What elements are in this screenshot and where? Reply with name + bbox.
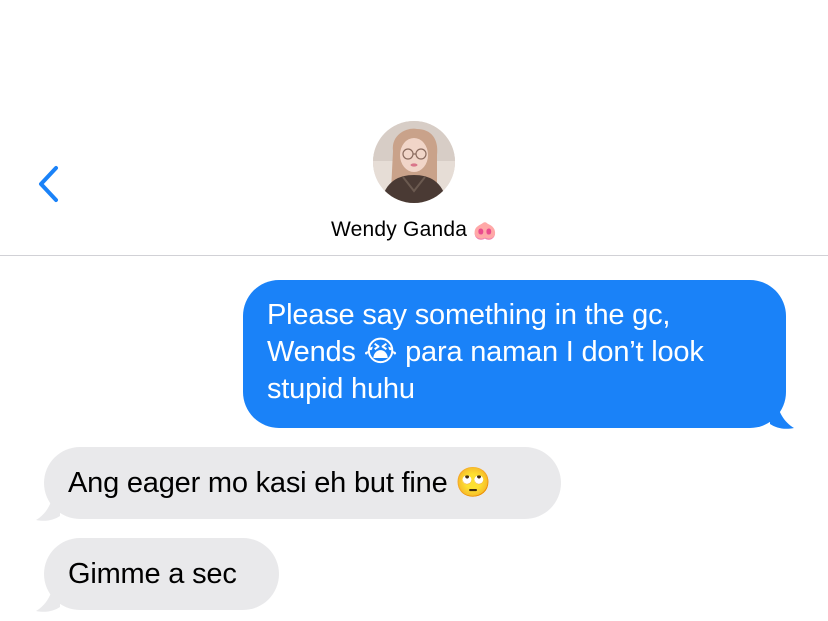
message-line: Wends 😭 para naman I don’t look: [267, 336, 704, 368]
conversation-header: Wendy Ganda 🐽: [0, 0, 828, 256]
received-message-bubble[interactable]: Gimme a sec: [44, 538, 279, 610]
message-line: Please say something in the gc,: [267, 299, 671, 331]
received-message-bubble[interactable]: Ang eager mo kasi eh but fine 🙄: [44, 447, 561, 519]
contact-avatar[interactable]: [373, 121, 455, 203]
sent-bubble-tail: [770, 398, 794, 429]
sent-message-bubble[interactable]: Please say something in the gc, Wends 😭 …: [243, 280, 786, 428]
header-divider: [0, 255, 828, 256]
back-button[interactable]: [30, 162, 66, 206]
message-line: stupid huhu: [267, 373, 415, 405]
contact-name[interactable]: Wendy Ganda 🐽: [0, 218, 828, 242]
received-bubble-tail: [36, 581, 60, 612]
chevron-left-icon: [39, 166, 58, 202]
message-text: Ang eager mo kasi eh but fine 🙄: [68, 467, 492, 499]
message-text: Gimme a sec: [68, 558, 237, 590]
avatar-image: [373, 121, 455, 203]
pig-nose-icon: 🐽: [473, 220, 497, 242]
received-bubble-tail: [36, 490, 60, 521]
contact-name-text: Wendy Ganda: [331, 218, 468, 241]
